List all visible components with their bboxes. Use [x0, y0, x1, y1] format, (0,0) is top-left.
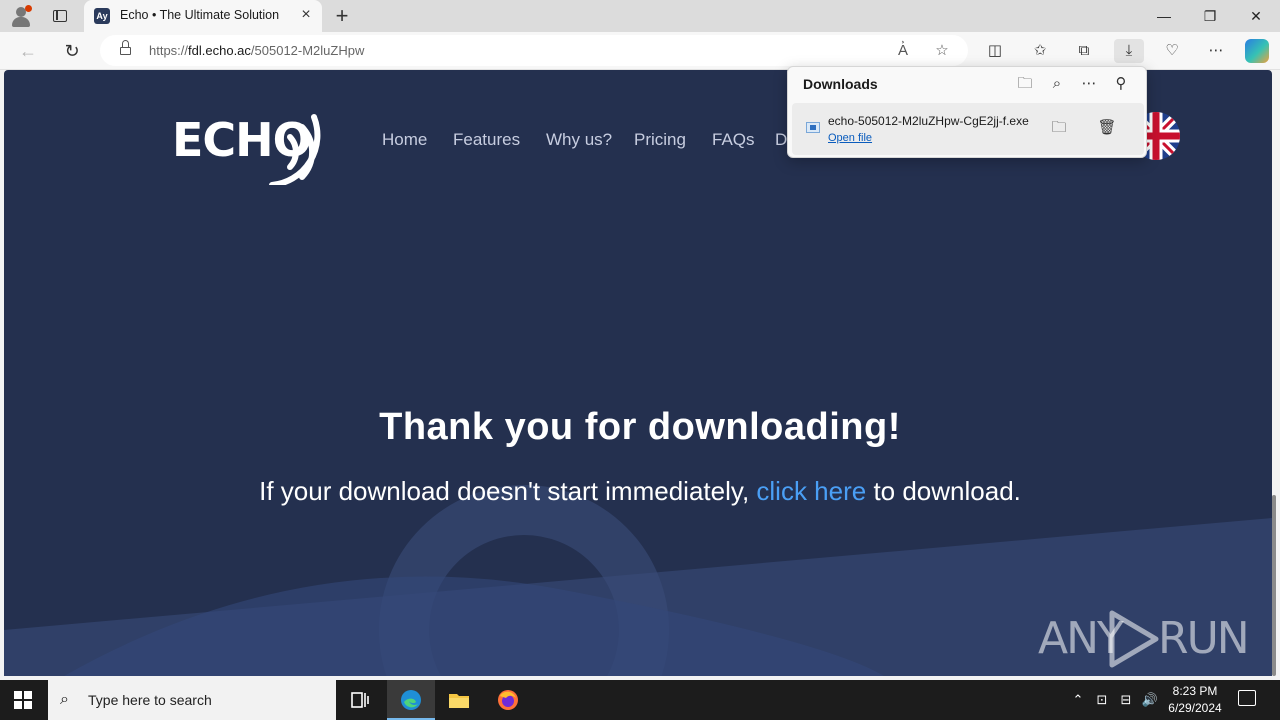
close-tab-icon[interactable]: ×: [298, 7, 314, 23]
show-in-folder-icon[interactable]: 🗀: [1048, 117, 1070, 139]
edge-taskbar-icon[interactable]: [387, 680, 435, 720]
delete-icon[interactable]: 🗑: [1096, 117, 1118, 139]
nav-pricing[interactable]: Pricing: [634, 130, 686, 150]
downloads-icon[interactable]: ⤓: [1114, 39, 1144, 63]
split-screen-icon[interactable]: ◫: [983, 39, 1007, 63]
collections-icon[interactable]: ⧉: [1072, 39, 1096, 63]
downloads-title: Downloads: [803, 76, 878, 92]
network-icon[interactable]: ⊟: [1116, 690, 1136, 710]
restore-icon[interactable]: ❐: [1187, 5, 1233, 27]
address-bar[interactable]: https://fdl.echo.ac/505012-M2luZHpw A͐ ☆: [100, 35, 968, 66]
browser-essentials-icon[interactable]: ♡: [1160, 39, 1184, 63]
more-menu-icon[interactable]: ⋯: [1204, 39, 1228, 63]
task-view-icon[interactable]: [336, 680, 384, 720]
web-page: ECHO Home Features Why us? Pricing FAQs …: [4, 70, 1272, 676]
firefox-icon[interactable]: [484, 680, 532, 720]
play-triangle-icon: [1109, 610, 1159, 668]
copilot-icon[interactable]: [1245, 39, 1269, 63]
windows-start-icon[interactable]: [14, 691, 32, 709]
nav-home[interactable]: Home: [382, 130, 427, 150]
logo-waves: [269, 114, 321, 185]
favorites-icon[interactable]: ✩: [1028, 39, 1052, 63]
window-close-icon[interactable]: ✕: [1233, 5, 1279, 27]
exe-file-icon: [806, 122, 820, 133]
nav-faqs[interactable]: FAQs: [712, 130, 755, 150]
anyrun-watermark: ANY RUN: [1038, 605, 1250, 668]
search-placeholder: Type here to search: [88, 692, 212, 708]
tab-actions-icon[interactable]: [50, 6, 70, 26]
taskbar: ⌕ Type here to search ⌃ ⊡ ⊟ 🔊 8:23 PM 6/…: [0, 680, 1280, 720]
open-folder-icon[interactable]: 🗀: [1014, 73, 1036, 95]
download-item[interactable]: echo-505012-M2luZHpw-CgE2jj-f.exe Open f…: [792, 103, 1144, 155]
tab-echo[interactable]: Ay Echo • The Ultimate Solution ×: [84, 0, 322, 32]
download-message: If your download doesn't start immediate…: [259, 476, 1021, 506]
refresh-icon[interactable]: ↻: [61, 40, 83, 62]
nav-why-us[interactable]: Why us?: [546, 130, 612, 150]
page-scrollbar[interactable]: [1272, 70, 1276, 676]
favicon-icon: Ay: [94, 8, 110, 24]
search-downloads-icon[interactable]: ⌕: [1046, 73, 1068, 95]
file-explorer-icon[interactable]: [435, 680, 483, 720]
tab-strip: Ay Echo • The Ultimate Solution × + — ❐ …: [0, 0, 1280, 32]
favorite-star-icon[interactable]: ☆: [932, 41, 952, 61]
click-here-link[interactable]: click here: [756, 476, 866, 506]
echo-logo[interactable]: ECHO: [172, 95, 352, 185]
notification-icon[interactable]: [1238, 690, 1256, 706]
nav-features[interactable]: Features: [453, 130, 520, 150]
read-aloud-icon[interactable]: A͐: [893, 41, 913, 61]
system-clock[interactable]: 8:23 PM 6/29/2024: [1162, 683, 1228, 717]
profile-icon[interactable]: [10, 5, 32, 27]
nav-downloads[interactable]: D: [775, 130, 787, 150]
tray-device-icon[interactable]: ⊡: [1092, 690, 1112, 710]
volume-icon[interactable]: 🔊: [1140, 690, 1160, 710]
tab-title: Echo • The Ultimate Solution: [120, 8, 280, 22]
downloads-panel: Downloads 🗀 ⌕ ⋯ ⚲ echo-505012-M2luZHpw-C…: [787, 66, 1147, 158]
search-icon: ⌕: [60, 691, 69, 708]
url-text[interactable]: https://fdl.echo.ac/505012-M2luZHpw: [149, 43, 364, 58]
pin-icon[interactable]: ⚲: [1110, 73, 1132, 95]
lock-icon[interactable]: [120, 40, 131, 56]
tray-chevron-icon[interactable]: ⌃: [1068, 690, 1088, 710]
download-filename: echo-505012-M2luZHpw-CgE2jj-f.exe: [828, 114, 1029, 128]
more-options-icon[interactable]: ⋯: [1078, 73, 1100, 95]
taskbar-search[interactable]: ⌕ Type here to search: [48, 680, 336, 720]
minimize-icon[interactable]: —: [1141, 5, 1187, 27]
new-tab-icon[interactable]: +: [330, 4, 354, 28]
back-icon[interactable]: ←: [17, 40, 39, 62]
open-file-link[interactable]: Open file: [828, 132, 872, 144]
page-heading: Thank you for downloading!: [379, 406, 901, 448]
browser-toolbar: ← ↻ https://fdl.echo.ac/505012-M2luZHpw …: [0, 32, 1280, 70]
